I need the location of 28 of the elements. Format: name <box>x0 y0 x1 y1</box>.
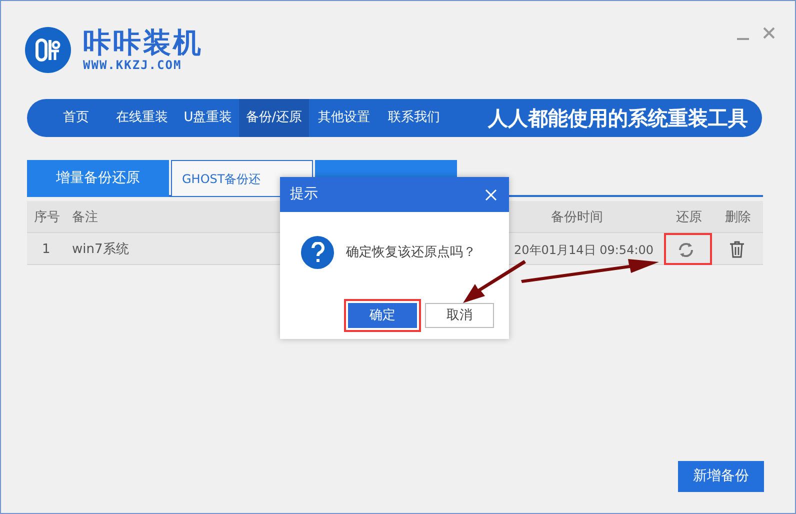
nav-tab[interactable]: 首页 <box>45 99 107 137</box>
nav-tab[interactable]: U盘重装 <box>177 99 239 137</box>
table-cell-text: win7系统 <box>72 241 129 259</box>
nav-tab[interactable]: 备份/还原 <box>239 99 309 137</box>
close-button[interactable] <box>761 25 777 41</box>
logo-icon <box>25 27 71 73</box>
nav-tab[interactable]: 其他设置 <box>309 99 379 137</box>
cancel-button[interactable]: 取消 <box>425 303 494 328</box>
close-button[interactable] <box>483 186 499 202</box>
column-header: 备份时间 <box>551 209 603 227</box>
column-header: 备注 <box>72 209 98 227</box>
add-backup-button[interactable]: 新增备份 <box>678 461 764 492</box>
column-header: 还原 <box>676 209 702 227</box>
app-url: WWW.KKZJ.COM <box>83 58 183 72</box>
question-icon <box>301 236 334 269</box>
tab[interactable]: 增量备份还原 <box>27 160 169 197</box>
dialog-message: 确定恢复该还原点吗？ <box>346 244 476 262</box>
nav-tab[interactable]: 联系我们 <box>379 99 449 137</box>
column-header: 序号 <box>34 209 60 227</box>
highlight-frame <box>664 233 712 265</box>
column-header: 删除 <box>725 209 751 227</box>
trash-icon[interactable] <box>727 239 747 259</box>
table-cell-text: 1 <box>42 241 50 259</box>
table-cell-text: 20年01月14日 09:54:00 <box>514 242 654 259</box>
app-title: 咔咔装机 <box>83 28 203 58</box>
nav-tab[interactable]: 在线重装 <box>107 99 177 137</box>
ok-button[interactable]: 确定 <box>348 303 417 328</box>
slogan: 人人都能使用的系统重装工具 <box>488 105 748 132</box>
